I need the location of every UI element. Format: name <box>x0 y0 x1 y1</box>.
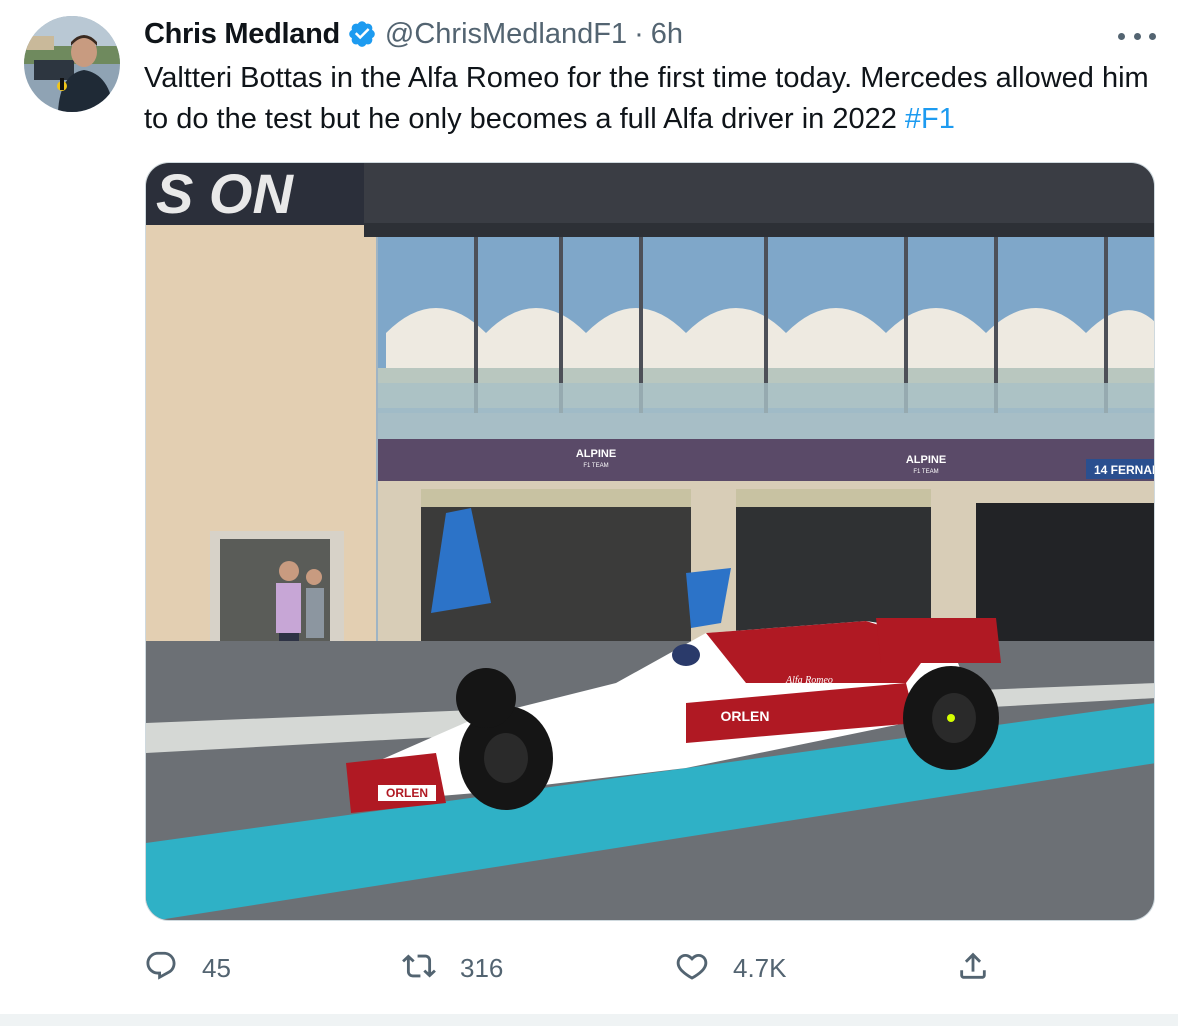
like-count: 4.7K <box>733 952 787 983</box>
tweet-body: Valtteri Bottas in the Alfa Romeo for th… <box>144 62 1149 135</box>
verified-badge-icon <box>347 19 377 49</box>
reply-button[interactable]: 45 <box>144 946 231 990</box>
author-name[interactable]: Chris Medland <box>144 18 340 51</box>
car-brand-text: Alfa Romeo <box>785 675 833 686</box>
share-button[interactable] <box>956 946 990 990</box>
retweet-icon <box>402 949 436 988</box>
hashtag-link[interactable]: #F1 <box>905 103 955 135</box>
car-logo-2: zadara <box>606 754 641 766</box>
timeline-divider <box>0 1014 1178 1026</box>
author-handle[interactable]: @ChrisMedlandF1 <box>385 18 627 51</box>
avatar[interactable] <box>24 16 120 112</box>
tweet-timestamp[interactable]: 6h <box>651 18 683 51</box>
tweet-text: Valtteri Bottas in the Alfa Romeo for th… <box>144 58 1164 140</box>
wing-sponsor-text: ORLEN <box>386 786 428 800</box>
garage-sign-1: ALPINE <box>576 448 616 460</box>
tweet-header: Chris Medland @ChrisMedlandF1 · 6h <box>144 14 683 54</box>
reply-count: 45 <box>202 952 231 983</box>
more-options-icon[interactable] <box>1118 24 1156 48</box>
car-sponsor-text: ORLEN <box>721 708 770 724</box>
like-button[interactable]: 4.7K <box>675 946 787 990</box>
driver-board: 14 FERNAND <box>1094 463 1155 477</box>
garage-sign-2-sub: F1 TEAM <box>913 469 938 475</box>
retweet-button[interactable]: 316 <box>402 946 503 990</box>
tweet-photo[interactable]: S ON ALPINE F1 TEAM ALPINE F1 TEAM 14 FE… <box>145 162 1155 921</box>
reply-icon <box>144 949 178 988</box>
garage-sign-2: ALPINE <box>906 454 946 466</box>
garage-sign-1-sub: F1 TEAM <box>583 463 608 469</box>
separator-dot: · <box>634 17 644 50</box>
tweet-actions: 45 316 4.7K <box>144 946 1044 990</box>
banner-text: S ON <box>156 163 294 225</box>
retweet-count: 316 <box>460 952 504 983</box>
heart-icon <box>675 949 709 988</box>
share-icon <box>956 949 990 988</box>
tweet-card[interactable]: Chris Medland @ChrisMedlandF1 · 6h Valtt… <box>0 0 1178 1014</box>
